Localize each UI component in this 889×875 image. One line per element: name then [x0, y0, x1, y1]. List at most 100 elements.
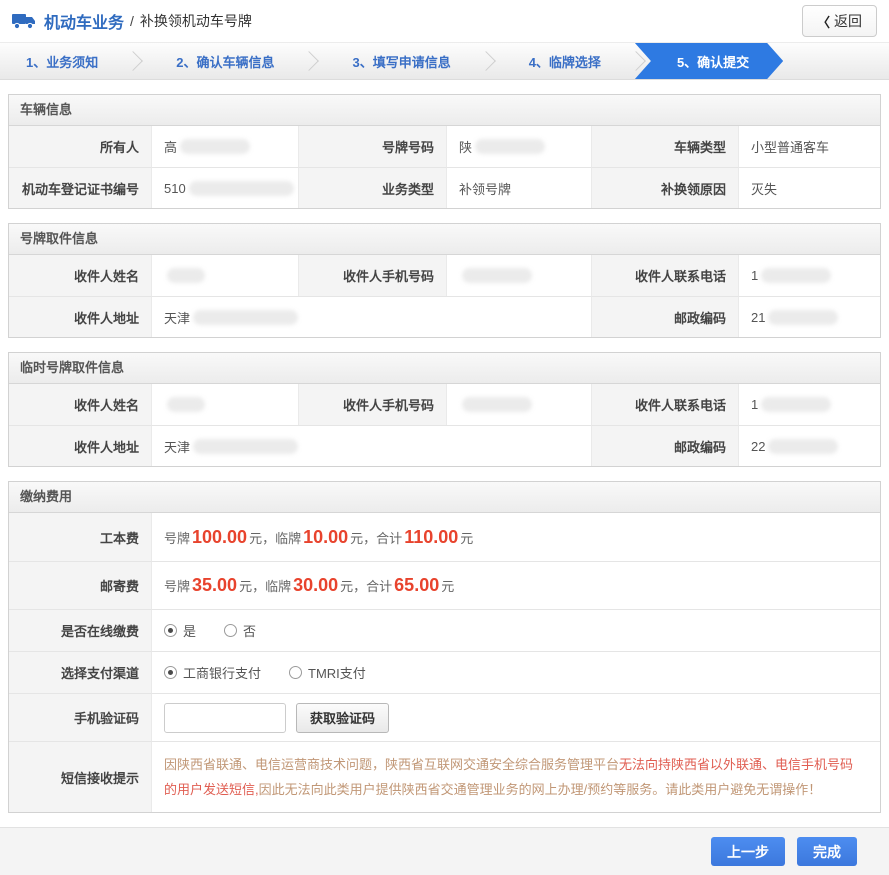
- temp-fee-amount: 10.00: [303, 527, 348, 548]
- sms-notice-label: 短信接收提示: [9, 741, 151, 812]
- page-header: 机动车业务 / 补换领机动车号牌 〈 返回: [0, 0, 889, 42]
- vehicle-info-title: 车辆信息: [9, 95, 880, 126]
- recipient-address-label: 收件人地址: [9, 425, 151, 466]
- previous-step-button[interactable]: 上一步: [711, 837, 785, 866]
- owner-label: 所有人: [9, 126, 151, 167]
- postage-fee-value: 号牌35.00元， 临牌30.00元， 合计65.00元: [151, 561, 880, 609]
- sms-code-label: 手机验证码: [9, 693, 151, 741]
- payment-channel-options: 工商银行支付 TMRI支付: [151, 651, 880, 693]
- finish-button[interactable]: 完成: [797, 837, 857, 866]
- plate-number-label: 号牌号码: [298, 126, 446, 167]
- breadcrumb-separator: /: [130, 13, 134, 29]
- redacted-phone: [761, 268, 831, 283]
- redacted-address: [193, 310, 298, 325]
- redacted-owner: [180, 139, 250, 154]
- sms-code-row: 获取验证码: [151, 693, 880, 741]
- total-fee-amount: 110.00: [404, 527, 458, 548]
- temp-postage-amount: 30.00: [293, 575, 338, 596]
- step-separator-chevron-icon: [477, 43, 503, 79]
- recipient-mobile-label: 收件人手机号码: [298, 384, 446, 425]
- step-2-confirm-vehicle[interactable]: 2、确认车辆信息: [150, 43, 300, 79]
- step-3-fill-application[interactable]: 3、填写申请信息: [326, 43, 476, 79]
- step-1-business-notice[interactable]: 1、业务须知: [0, 43, 124, 79]
- owner-value: 高: [151, 126, 298, 167]
- recipient-address-value: 天津: [151, 425, 591, 466]
- channel-icbc-option[interactable]: 工商银行支付: [164, 663, 261, 682]
- redacted-zip: [768, 439, 838, 454]
- online-payment-label: 是否在线缴费: [9, 609, 151, 651]
- plate-number-value: 陕: [446, 126, 591, 167]
- footer-action-bar: 上一步 完成: [0, 827, 889, 875]
- radio-unselected-icon[interactable]: [224, 624, 237, 637]
- radio-selected-icon[interactable]: [164, 666, 177, 679]
- recipient-name-label: 收件人姓名: [9, 255, 151, 296]
- step-wizard: 1、业务须知 2、确认车辆信息 3、填写申请信息 4、临牌选择 5、确认提交: [0, 42, 889, 80]
- redacted-phone: [761, 397, 831, 412]
- business-type-label: 业务类型: [298, 167, 446, 208]
- plate-pickup-panel: 号牌取件信息 收件人姓名 收件人手机号码 收件人联系电话 1 收件人地址 天津 …: [8, 223, 881, 338]
- plate-pickup-title: 号牌取件信息: [9, 224, 880, 255]
- production-fee-value: 号牌100.00元， 临牌10.00元， 合计110.00元: [151, 513, 880, 561]
- recipient-phone-value: 1: [738, 384, 880, 425]
- sms-notice-text: 因陕西省联通、电信运营商技术问题，陕西省互联网交通安全综合服务管理平台无法向持陕…: [151, 741, 880, 812]
- business-type-value: 补领号牌: [446, 167, 591, 208]
- back-button[interactable]: 〈 返回: [802, 5, 877, 37]
- breadcrumb-current-page: 补换领机动车号牌: [140, 11, 252, 31]
- vehicle-type-label: 车辆类型: [591, 126, 738, 167]
- step-separator-chevron-icon: [124, 43, 150, 79]
- recipient-phone-label: 收件人联系电话: [591, 384, 738, 425]
- redacted-zip: [768, 310, 838, 325]
- zip-code-value: 21: [738, 296, 880, 337]
- postage-fee-label: 邮寄费: [9, 561, 151, 609]
- plate-postage-amount: 35.00: [192, 575, 237, 596]
- recipient-address-value: 天津: [151, 296, 591, 337]
- payment-channel-label: 选择支付渠道: [9, 651, 151, 693]
- zip-code-value: 22: [738, 425, 880, 466]
- step-5-confirm-submit[interactable]: 5、确认提交: [635, 43, 783, 79]
- vehicle-info-panel: 车辆信息 所有人 高 号牌号码 陕 车辆类型 小型普通客车 机动车登记证书编号 …: [8, 94, 881, 209]
- sms-code-input[interactable]: [164, 703, 286, 733]
- recipient-address-label: 收件人地址: [9, 296, 151, 337]
- truck-icon: [12, 12, 36, 30]
- redacted-name: [167, 397, 205, 412]
- reg-cert-label: 机动车登记证书编号: [9, 167, 151, 208]
- online-payment-options: 是 否: [151, 609, 880, 651]
- production-fee-label: 工本费: [9, 513, 151, 561]
- recipient-mobile-value: [446, 255, 591, 296]
- online-payment-no-option[interactable]: 否: [224, 621, 256, 640]
- plate-fee-amount: 100.00: [192, 527, 247, 548]
- get-sms-code-button[interactable]: 获取验证码: [296, 703, 389, 733]
- zip-code-label: 邮政编码: [591, 296, 738, 337]
- recipient-name-label: 收件人姓名: [9, 384, 151, 425]
- reason-value: 灭失: [738, 167, 880, 208]
- redacted-address: [193, 439, 298, 454]
- channel-tmri-option[interactable]: TMRI支付: [289, 663, 366, 682]
- reason-label: 补换领原因: [591, 167, 738, 208]
- zip-code-label: 邮政编码: [591, 425, 738, 466]
- fees-title: 缴纳费用: [9, 482, 880, 513]
- radio-selected-icon[interactable]: [164, 624, 177, 637]
- reg-cert-value: 510: [151, 167, 298, 208]
- redacted-mobile: [462, 268, 532, 283]
- total-postage-amount: 65.00: [394, 575, 439, 596]
- recipient-phone-value: 1: [738, 255, 880, 296]
- recipient-mobile-label: 收件人手机号码: [298, 255, 446, 296]
- step-4-temp-plate[interactable]: 4、临牌选择: [503, 43, 627, 79]
- back-button-label: 返回: [834, 11, 862, 31]
- radio-unselected-icon[interactable]: [289, 666, 302, 679]
- redacted-mobile: [462, 397, 532, 412]
- redacted-reg-cert: [189, 181, 294, 196]
- fees-panel: 缴纳费用 工本费 号牌100.00元， 临牌10.00元， 合计110.00元 …: [8, 481, 881, 813]
- redacted-plate: [475, 139, 545, 154]
- breadcrumb-section[interactable]: 机动车业务: [44, 9, 124, 33]
- redacted-name: [167, 268, 205, 283]
- temp-plate-pickup-panel: 临时号牌取件信息 收件人姓名 收件人手机号码 收件人联系电话 1 收件人地址 天…: [8, 352, 881, 467]
- recipient-phone-label: 收件人联系电话: [591, 255, 738, 296]
- vehicle-type-value: 小型普通客车: [738, 126, 880, 167]
- online-payment-yes-option[interactable]: 是: [164, 621, 196, 640]
- step-separator-chevron-icon: [300, 43, 326, 79]
- recipient-name-value: [151, 255, 298, 296]
- back-chevron-icon: 〈: [817, 12, 830, 31]
- temp-plate-pickup-title: 临时号牌取件信息: [9, 353, 880, 384]
- recipient-mobile-value: [446, 384, 591, 425]
